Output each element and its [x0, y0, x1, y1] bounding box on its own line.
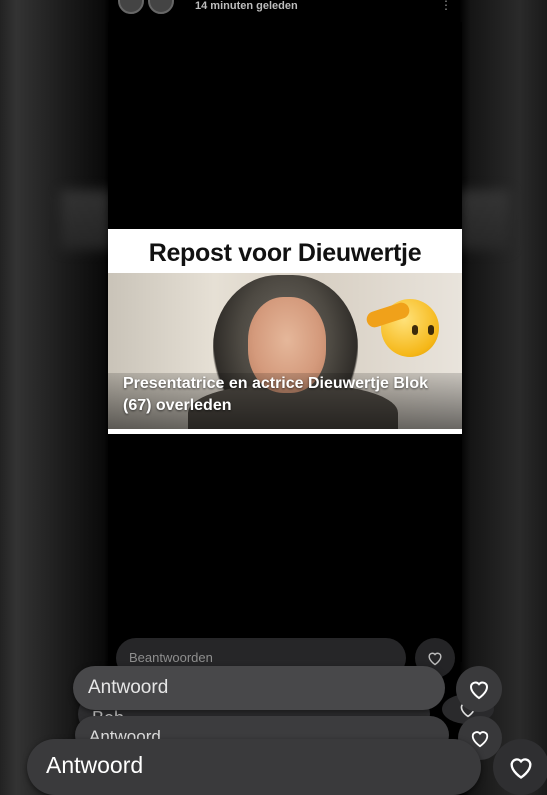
story-header: 14 minuten geleden ⋮ [0, 0, 547, 14]
ghost-left [60, 190, 110, 250]
reply-input[interactable]: Antwoord [27, 739, 481, 795]
avatar-group[interactable] [118, 0, 178, 14]
avatar[interactable] [118, 0, 144, 14]
heart-icon[interactable] [456, 666, 502, 712]
story-timestamp: 14 minuten geleden [195, 0, 298, 12]
heart-icon[interactable] [493, 739, 547, 795]
reply-field[interactable]: Antwoord [73, 666, 445, 710]
more-icon[interactable]: ⋮ [440, 0, 452, 12]
post-caption: Presentatrice en actrice Dieuwertje Blok… [123, 375, 429, 414]
reposted-post[interactable]: Repost voor Dieuwertje Presentatrice en … [108, 229, 462, 434]
post-title: Repost voor Dieuwertje [148, 239, 422, 267]
ghost-right [460, 190, 510, 250]
saluting-face-icon [364, 299, 439, 359]
avatar[interactable] [148, 0, 174, 14]
